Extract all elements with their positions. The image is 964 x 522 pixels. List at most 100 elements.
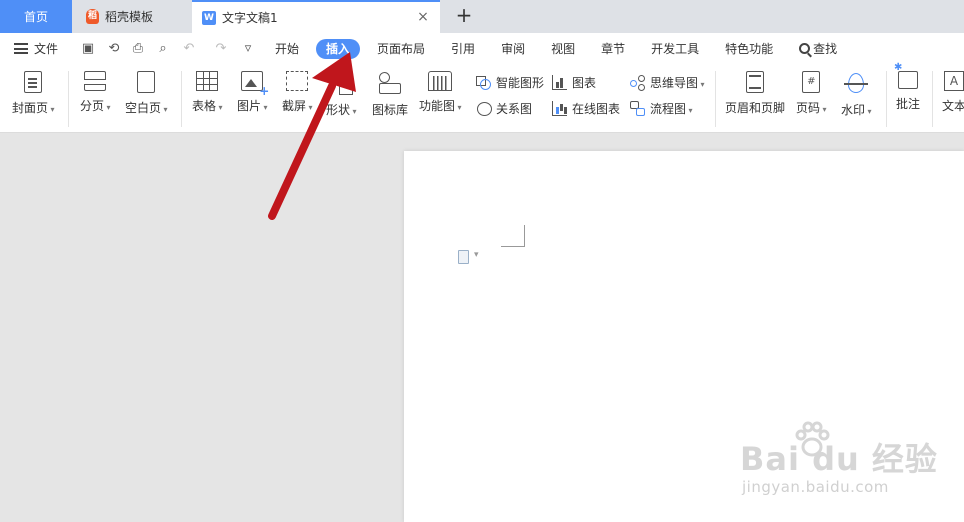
save-icon[interactable]: ▣ [80, 41, 96, 57]
tab-developer[interactable]: 开发工具 [642, 39, 708, 59]
comment-icon [894, 62, 918, 89]
header-footer-label: 页眉和页脚 [725, 101, 786, 115]
function-chart-button[interactable]: 功能图 [419, 71, 462, 114]
format-painter-icon[interactable]: ⟲ [106, 41, 122, 57]
screenshot-button[interactable]: 截屏 [282, 71, 313, 114]
redo-icon[interactable]: ↷ [213, 41, 229, 57]
watermark-label: 水印 [841, 103, 872, 117]
page-break-button[interactable]: 分页 [80, 71, 111, 114]
tab-section[interactable]: 章节 [592, 39, 634, 59]
hamburger-icon [14, 43, 28, 54]
flowchart-button[interactable]: 流程图 [630, 100, 693, 117]
mind-map-icon [630, 75, 645, 90]
watermark-button[interactable]: 水印 [841, 71, 872, 118]
search-label: 查找 [813, 42, 838, 56]
tab-view[interactable]: 视图 [542, 39, 584, 59]
file-menu-button[interactable]: 文件 [14, 40, 58, 57]
page-break-icon [84, 71, 107, 91]
relation-chart-icon [476, 101, 492, 116]
tab-home[interactable]: 首页 [0, 0, 72, 33]
header-footer-button[interactable]: 页眉和页脚 [725, 71, 785, 116]
textbox-icon: A [944, 71, 964, 91]
screenshot-label: 截屏 [282, 99, 313, 113]
tab-home-label: 首页 [23, 10, 48, 24]
shape-icon [329, 71, 354, 95]
table-button[interactable]: 表格 [192, 71, 223, 114]
close-icon[interactable]: × [416, 10, 430, 24]
new-tab-button[interactable]: + [452, 4, 476, 28]
watermark-url: jingyan.baidu.com [742, 478, 889, 496]
chart-button[interactable]: 图表 [552, 74, 596, 91]
mind-map-label: 思维导图 [650, 74, 705, 91]
tab-review[interactable]: 审阅 [492, 39, 534, 59]
print-preview-icon[interactable]: ⌕ [155, 41, 171, 57]
daoke-logo-icon: 稻 [86, 9, 99, 24]
screenshot-icon [286, 71, 309, 91]
file-menu-label: 文件 [34, 42, 59, 56]
tab-document[interactable]: W 文字文稿1 × [192, 0, 440, 33]
tab-document-label: 文字文稿1 [222, 11, 278, 25]
search-button[interactable]: 查找 [790, 39, 846, 59]
margin-corner-mark [501, 225, 525, 247]
menu-tabs: 开始 插入 页面布局 引用 审阅 视图 章节 开发工具 特色功能 查找 [266, 33, 854, 65]
smart-graphic-label: 智能图形 [496, 76, 545, 90]
ribbon-divider [715, 71, 716, 127]
ribbon-divider [68, 71, 69, 127]
comment-button[interactable]: 批注 [894, 62, 920, 112]
tab-features[interactable]: 特色功能 [716, 39, 782, 59]
flowchart-icon [630, 101, 645, 116]
customize-toolbar-icon[interactable]: ▿ [240, 41, 256, 57]
blank-page-label: 空白页 [125, 101, 168, 115]
header-footer-icon [746, 71, 764, 93]
blank-page-icon [137, 71, 156, 93]
textbox-button[interactable]: A 文本 [942, 71, 964, 114]
relation-chart-button[interactable]: 关系图 [476, 100, 532, 117]
smart-graphic-button[interactable]: 智能图形 [476, 74, 544, 91]
cover-page-label: 封面页 [12, 101, 55, 115]
picture-button[interactable]: 图片 [237, 71, 269, 114]
icon-library-button[interactable]: 图标库 [372, 71, 408, 118]
menu-bar: 文件 ▣ ⟲ ⎙ ⌕ ↶ ↷ ▿ 开始 插入 页面布局 引用 审阅 视图 章节 … [0, 33, 964, 65]
baidu-jingyan-watermark: Bai du 经验 jingyan.baidu.com [740, 420, 940, 500]
tab-page-layout[interactable]: 页面布局 [368, 39, 434, 59]
ribbon-divider [886, 71, 887, 127]
relation-chart-label: 关系图 [496, 102, 533, 116]
search-icon [799, 43, 811, 54]
print-icon[interactable]: ⎙ [130, 41, 146, 57]
page-number-button[interactable]: # 页码 [796, 71, 827, 116]
tab-daoke-templates[interactable]: 稻 稻壳模板 [74, 0, 190, 33]
page-break-label: 分页 [80, 99, 111, 113]
function-chart-label: 功能图 [419, 99, 462, 113]
watermark-main-text: Bai du 经验 [740, 440, 938, 478]
online-chart-label: 在线图表 [572, 102, 621, 116]
online-chart-icon [552, 101, 567, 116]
icon-library-label: 图标库 [372, 103, 409, 117]
mind-map-button[interactable]: 思维导图 [630, 74, 705, 91]
picture-icon [241, 71, 269, 98]
picture-label: 图片 [237, 99, 268, 113]
textbox-label: 文本 [942, 99, 964, 113]
cover-page-icon [24, 71, 43, 93]
undo-icon[interactable]: ↶ [181, 41, 197, 57]
tab-daoke-label: 稻壳模板 [105, 10, 154, 24]
paste-options-icon[interactable] [458, 250, 479, 264]
tab-bar: 首页 稻 稻壳模板 W 文字文稿1 × + [0, 0, 964, 33]
function-chart-icon [428, 71, 453, 91]
table-label: 表格 [192, 99, 223, 113]
shape-label: 形状 [326, 103, 357, 117]
ribbon-divider [181, 71, 182, 127]
tab-insert[interactable]: 插入 [316, 39, 361, 59]
page-number-label: 页码 [796, 101, 827, 115]
tab-start[interactable]: 开始 [266, 39, 308, 59]
insert-ribbon: 封面页 分页 空白页 表格 图片 截屏 形状 图标库 功能图 智能图形 关系图 [0, 62, 964, 133]
table-icon [196, 71, 219, 91]
shape-button[interactable]: 形状 [326, 71, 357, 118]
chart-icon [552, 75, 567, 90]
tab-references[interactable]: 引用 [442, 39, 484, 59]
watermark-icon [844, 71, 869, 95]
blank-page-button[interactable]: 空白页 [125, 71, 168, 116]
icon-library-icon [378, 71, 402, 95]
online-chart-button[interactable]: 在线图表 [552, 100, 620, 117]
writer-doc-icon: W [202, 10, 216, 25]
cover-page-button[interactable]: 封面页 [12, 71, 55, 116]
